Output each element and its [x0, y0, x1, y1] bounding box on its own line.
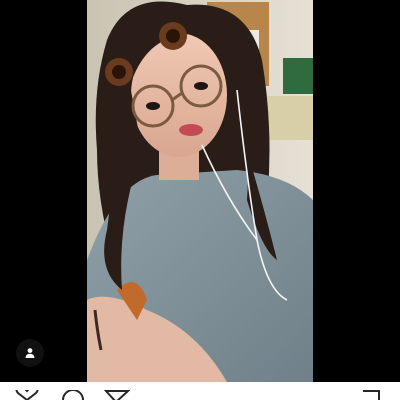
post-viewer: [0, 0, 400, 382]
left-letterbox: [0, 0, 87, 382]
heart-icon[interactable]: [14, 390, 40, 400]
right-letterbox: [313, 0, 400, 382]
selfie-photo: [87, 0, 313, 382]
user-tag-icon: [25, 348, 35, 358]
bookmark-icon[interactable]: [360, 390, 382, 400]
comment-icon[interactable]: [60, 390, 86, 400]
post-action-bar: [0, 382, 400, 400]
share-icon[interactable]: [104, 390, 130, 400]
user-tag-button[interactable]: [16, 339, 44, 367]
post-photo[interactable]: [87, 0, 313, 382]
